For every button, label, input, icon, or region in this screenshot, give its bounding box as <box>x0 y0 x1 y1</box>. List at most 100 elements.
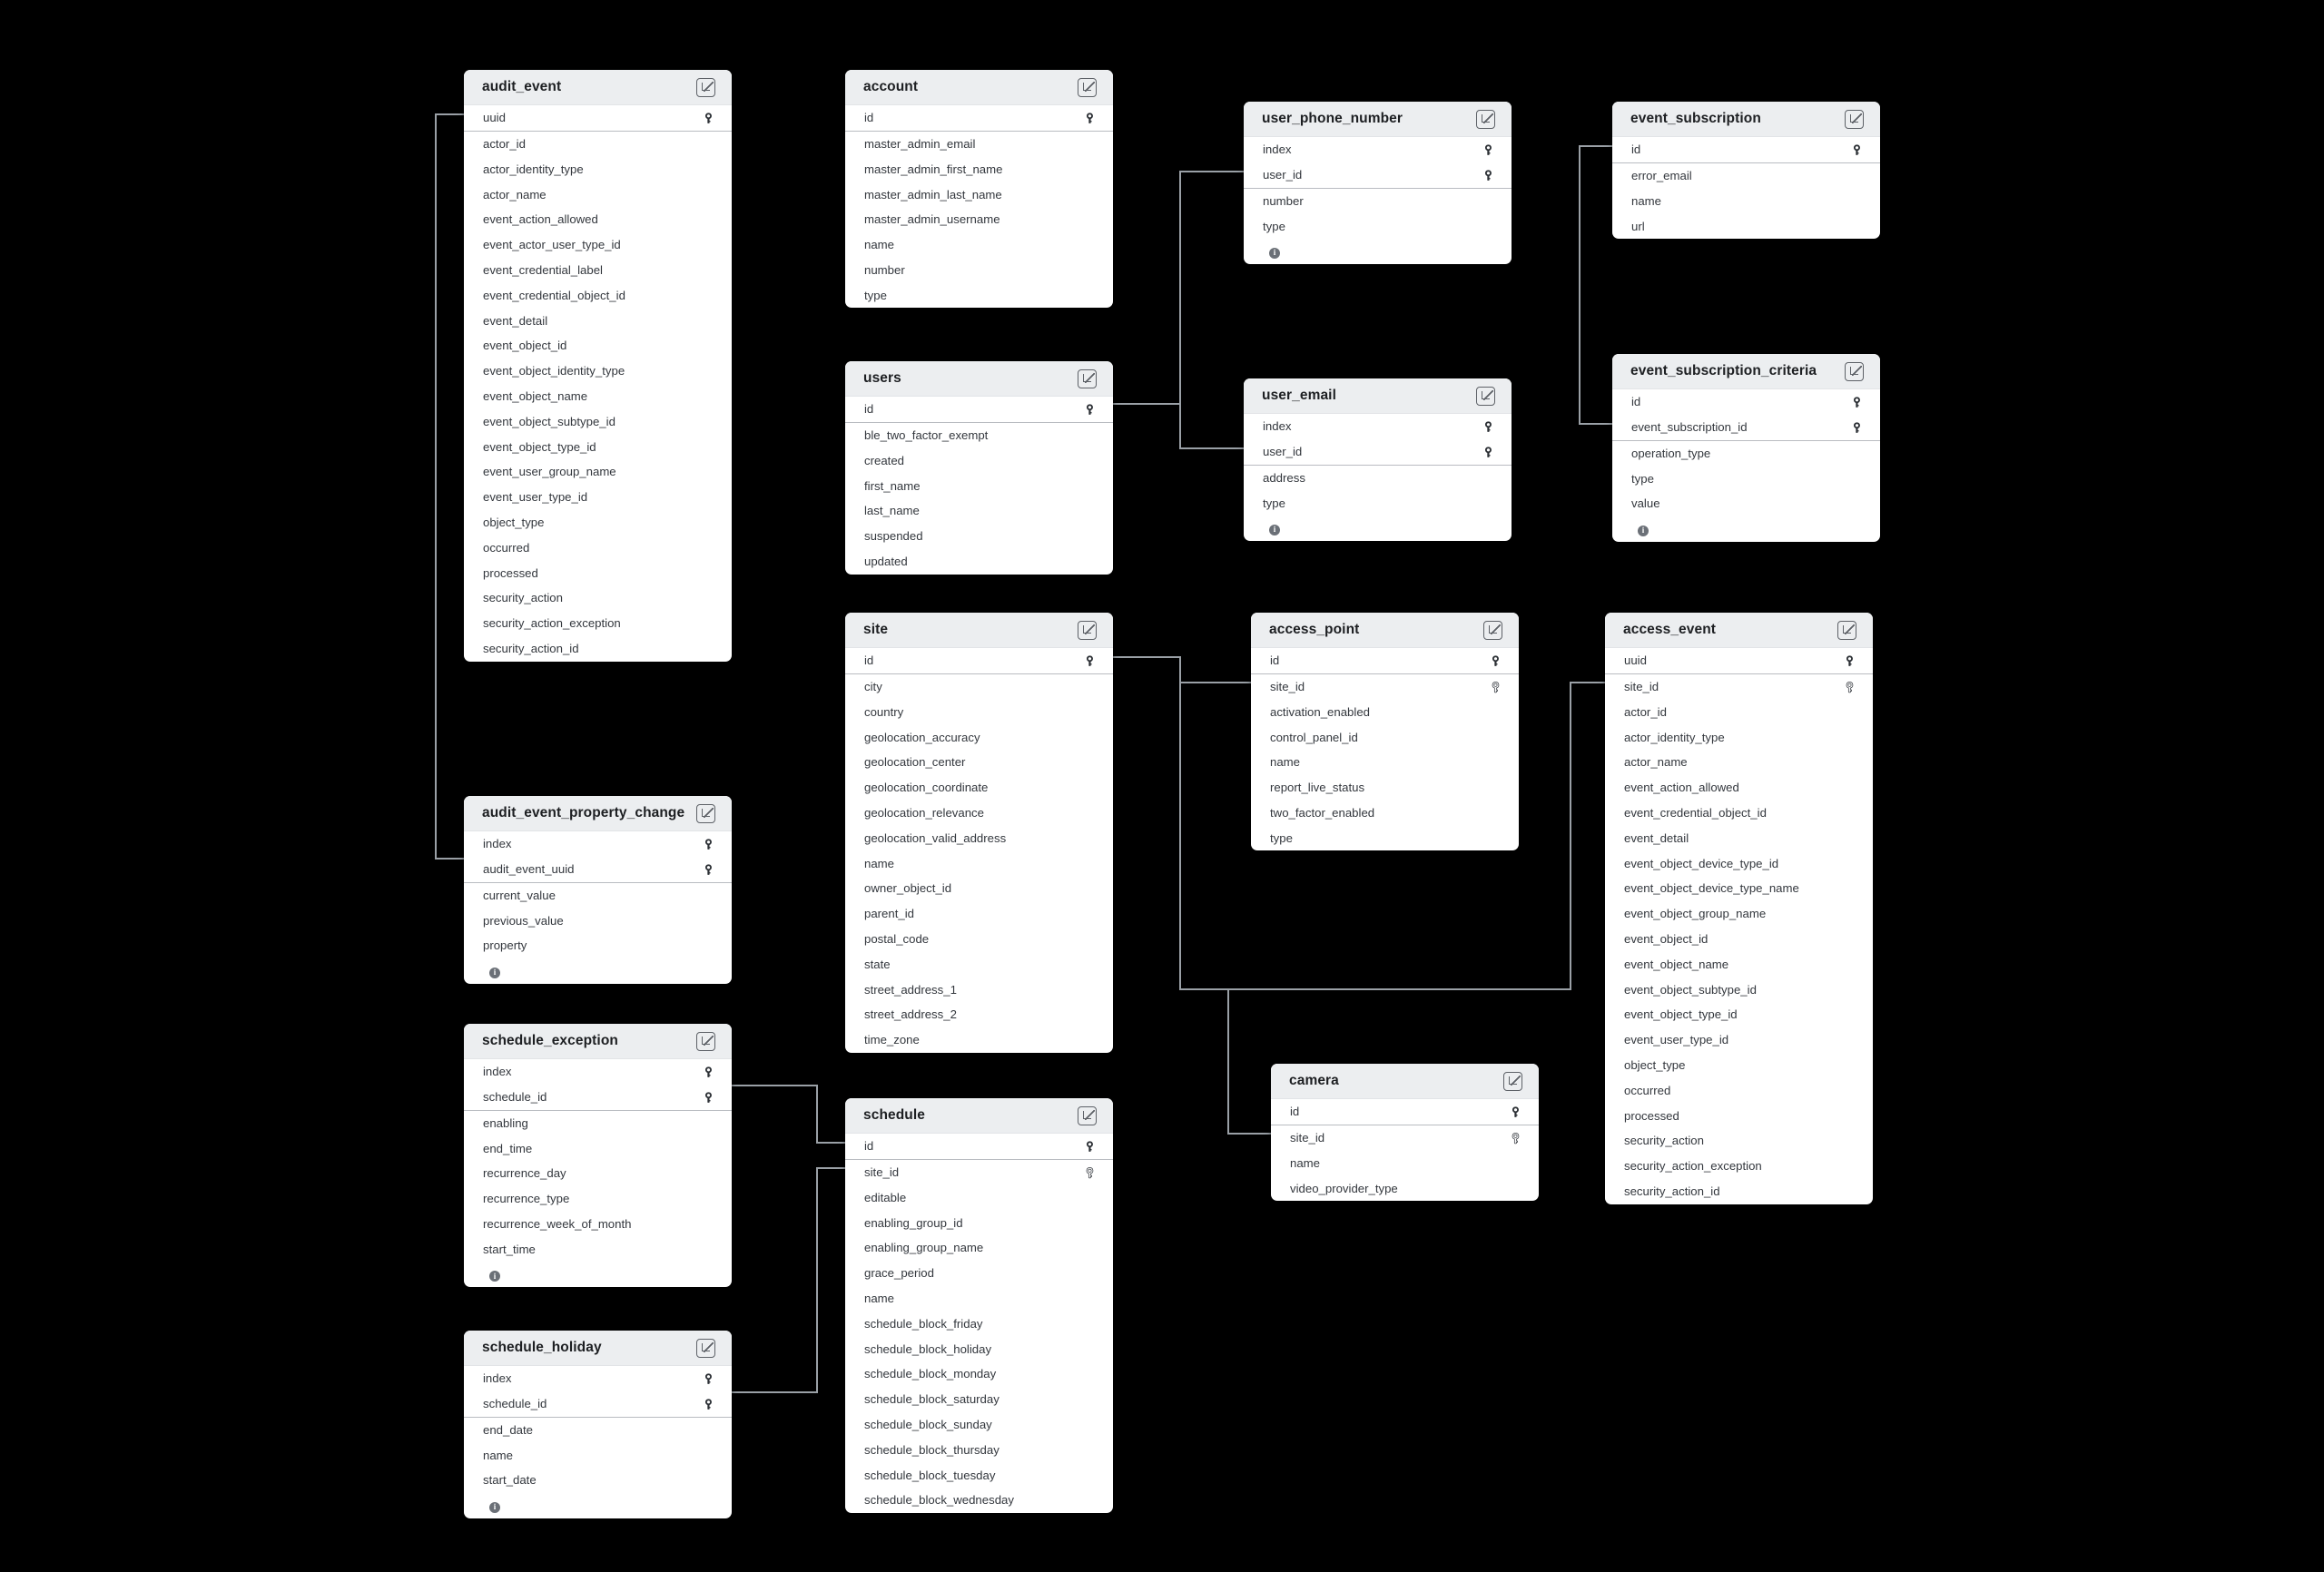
field-row[interactable]: address <box>1244 466 1512 491</box>
field-row[interactable]: enabling <box>464 1111 732 1136</box>
external-link-icon[interactable] <box>1078 1105 1097 1125</box>
field-row[interactable]: id <box>845 1134 1113 1160</box>
field-row[interactable]: event_detail <box>464 308 732 333</box>
table-header[interactable]: event_subscription_criteria <box>1612 354 1880 389</box>
field-row[interactable]: name <box>845 1286 1113 1312</box>
field-row[interactable]: event_object_name <box>464 384 732 409</box>
field-row[interactable]: site_id <box>845 1160 1113 1185</box>
field-row[interactable]: occurred <box>464 535 732 561</box>
field-row[interactable]: property <box>464 933 732 958</box>
table-card[interactable]: camera id site_id name video_provider_type <box>1271 1064 1539 1202</box>
field-row[interactable]: activation_enabled <box>1251 700 1519 725</box>
info-icon[interactable]: i <box>1269 524 1280 535</box>
table-header[interactable]: audit_event <box>464 70 732 105</box>
field-row[interactable]: video_provider_type <box>1271 1175 1539 1201</box>
table-card[interactable]: account id master_admin_email master_admin_… <box>845 70 1113 309</box>
table-header[interactable]: audit_event_property_change <box>464 796 732 831</box>
field-row[interactable]: event_object_type_id <box>464 434 732 459</box>
field-row[interactable]: processed <box>464 560 732 585</box>
external-link-icon[interactable] <box>1845 109 1864 129</box>
info-icon[interactable]: i <box>489 967 500 978</box>
field-row[interactable]: event_object_subtype_id <box>1605 977 1873 1002</box>
table-card[interactable]: access_event uuid site_id actor_id actor_ide… <box>1605 613 1873 1204</box>
external-link-icon[interactable] <box>696 1338 715 1358</box>
field-row[interactable]: owner_object_id <box>845 876 1113 901</box>
field-row[interactable]: editable <box>845 1185 1113 1211</box>
field-row[interactable]: site_id <box>1271 1125 1539 1151</box>
field-row[interactable]: number <box>845 258 1113 283</box>
info-icon[interactable]: i <box>489 1271 500 1282</box>
field-row[interactable]: state <box>845 952 1113 978</box>
field-row[interactable]: event_detail <box>1605 826 1873 851</box>
table-card[interactable]: users id ble_two_factor_exempt created first… <box>845 361 1113 575</box>
field-row[interactable]: security_action_id <box>464 636 732 662</box>
info-icon[interactable]: i <box>1269 247 1280 259</box>
field-row[interactable]: type <box>1251 826 1519 851</box>
field-row[interactable]: grace_period <box>845 1261 1113 1286</box>
field-row[interactable]: city <box>845 674 1113 700</box>
field-row[interactable]: schedule_id <box>464 1085 732 1111</box>
field-row[interactable]: error_email <box>1612 163 1880 189</box>
field-row[interactable]: event_action_allowed <box>1605 775 1873 801</box>
composite-key-row[interactable]: i <box>1244 516 1512 541</box>
table-card[interactable]: user_email index user_id address type i <box>1244 378 1512 541</box>
field-row[interactable]: event_user_group_name <box>464 459 732 485</box>
field-row[interactable]: geolocation_accuracy <box>845 724 1113 750</box>
field-row[interactable]: schedule_block_friday <box>845 1312 1113 1337</box>
field-row[interactable]: recurrence_type <box>464 1186 732 1212</box>
field-row[interactable]: type <box>1612 466 1880 491</box>
field-row[interactable]: id <box>845 105 1113 132</box>
external-link-icon[interactable] <box>1476 386 1495 406</box>
field-row[interactable]: index <box>464 831 732 857</box>
table-header[interactable]: event_subscription <box>1612 102 1880 137</box>
field-row[interactable]: actor_name <box>464 182 732 207</box>
table-header[interactable]: account <box>845 70 1113 105</box>
field-row[interactable]: event_object_type_id <box>1605 1002 1873 1027</box>
field-row[interactable]: schedule_block_thursday <box>845 1438 1113 1463</box>
composite-key-row[interactable]: i <box>1612 516 1880 542</box>
field-row[interactable]: geolocation_valid_address <box>845 826 1113 851</box>
field-row[interactable]: enabling_group_name <box>845 1235 1113 1261</box>
field-row[interactable]: event_object_identity_type <box>464 359 732 384</box>
external-link-icon[interactable] <box>1837 620 1856 640</box>
field-row[interactable]: name <box>1271 1151 1539 1176</box>
field-row[interactable]: street_address_1 <box>845 977 1113 1002</box>
field-row[interactable]: object_type <box>1605 1053 1873 1078</box>
field-row[interactable]: event_user_type_id <box>464 485 732 510</box>
table-header[interactable]: schedule_exception <box>464 1024 732 1059</box>
external-link-icon[interactable] <box>696 1031 715 1051</box>
field-row[interactable]: actor_name <box>1605 750 1873 775</box>
field-row[interactable]: current_value <box>464 883 732 909</box>
field-row[interactable]: name <box>1251 750 1519 775</box>
field-row[interactable]: event_credential_label <box>464 258 732 283</box>
field-row[interactable]: audit_event_uuid <box>464 857 732 883</box>
field-row[interactable]: id <box>845 397 1113 423</box>
info-icon[interactable]: i <box>489 1501 500 1513</box>
field-row[interactable]: actor_id <box>464 132 732 157</box>
field-row[interactable]: user_id <box>1244 439 1512 466</box>
field-row[interactable]: id <box>845 648 1113 674</box>
field-row[interactable]: actor_id <box>1605 700 1873 725</box>
table-header[interactable]: camera <box>1271 1064 1539 1099</box>
external-link-icon[interactable] <box>1078 620 1097 640</box>
field-row[interactable]: event_action_allowed <box>464 207 732 232</box>
field-row[interactable]: event_object_subtype_id <box>464 409 732 435</box>
field-row[interactable]: geolocation_relevance <box>845 801 1113 826</box>
field-row[interactable]: end_time <box>464 1135 732 1161</box>
table-header[interactable]: schedule_holiday <box>464 1331 732 1366</box>
field-row[interactable]: event_credential_object_id <box>464 283 732 309</box>
field-row[interactable]: created <box>845 448 1113 474</box>
field-row[interactable]: name <box>464 1442 732 1468</box>
field-row[interactable]: event_object_id <box>1605 927 1873 952</box>
field-row[interactable]: postal_code <box>845 927 1113 952</box>
field-row[interactable]: id <box>1271 1099 1539 1125</box>
field-row[interactable]: index <box>464 1366 732 1391</box>
field-row[interactable]: event_credential_object_id <box>1605 801 1873 826</box>
field-row[interactable]: start_date <box>464 1468 732 1493</box>
external-link-icon[interactable] <box>1078 368 1097 388</box>
field-row[interactable]: operation_type <box>1612 441 1880 467</box>
table-header[interactable]: access_event <box>1605 613 1873 648</box>
field-row[interactable]: security_action_id <box>1605 1179 1873 1204</box>
table-header[interactable]: site <box>845 613 1113 648</box>
field-row[interactable]: country <box>845 700 1113 725</box>
